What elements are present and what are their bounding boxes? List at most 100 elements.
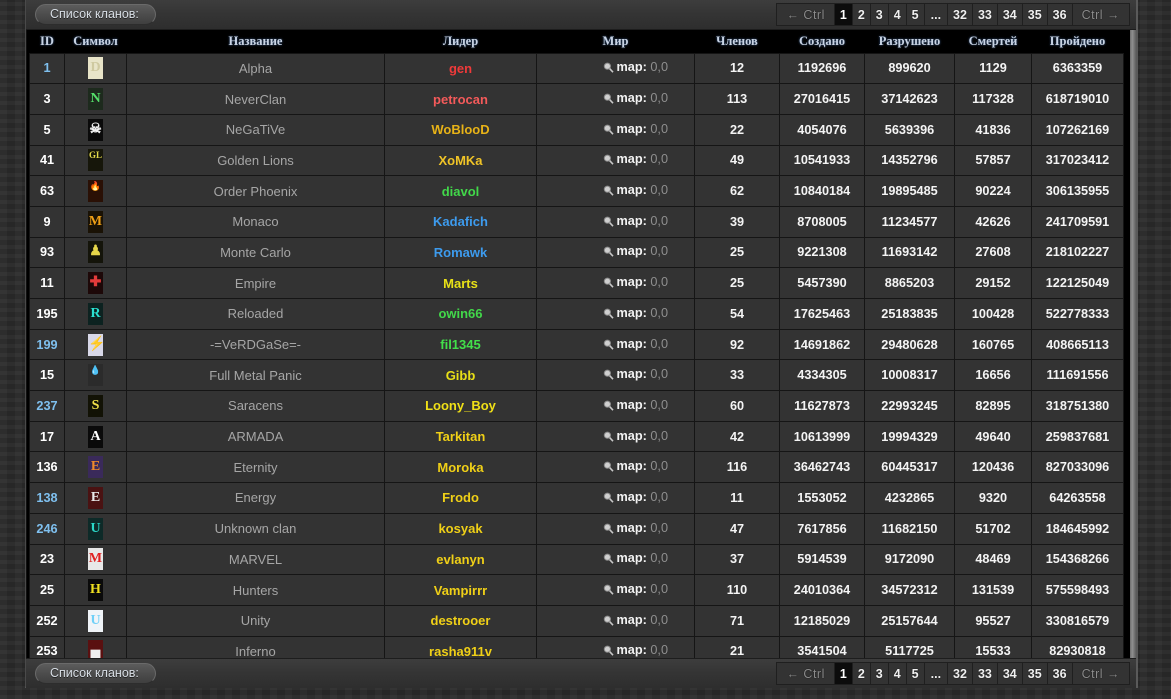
cell-clan-name[interactable]: Alpha [126,52,385,85]
column-header-world[interactable]: Мир [536,30,695,53]
cell-clan-name[interactable]: MARVEL [126,543,385,576]
cell-clan-world[interactable]: map: 0,0 [536,604,695,637]
cell-clan-leader[interactable]: Gibb [384,359,537,392]
table-row[interactable]: 252 U Unity destrooer map: 0,0 71 12185029 2515… [29,604,1124,637]
cell-clan-leader[interactable]: Loony_Boy [384,390,537,422]
cell-clan-leader[interactable]: Marts [384,267,537,299]
pagination-page-1[interactable]: 1 [834,4,853,25]
table-row[interactable]: 3 N NeverClan petrocan map: 0,0 113 27016415 37… [29,83,1124,115]
vertical-scrollbar[interactable] [1130,30,1136,658]
cell-clan-name[interactable]: Monaco [126,205,385,238]
cell-clan-world[interactable]: map: 0,0 [536,52,695,85]
cell-clan-leader[interactable]: WoBlooD [384,113,537,146]
cell-clan-leader[interactable]: Kadafich [384,205,537,238]
cell-clan-leader[interactable]: petrocan [384,83,537,115]
table-row[interactable]: 195 R Reloaded owin66 map: 0,0 54 17625463 2518… [29,298,1124,330]
cell-clan-world[interactable]: map: 0,0 [536,328,695,361]
cell-clan-name[interactable]: Unity [126,604,385,637]
cell-clan-leader[interactable]: Tarkitan [384,420,537,453]
cell-clan-leader[interactable]: XoMKa [384,144,537,177]
clan-list-tab-bottom[interactable]: Список кланов: [35,663,156,684]
table-row[interactable]: 199⚡-=VeRDGaSe=-fil1345map: 0,0921469186… [29,328,1124,361]
cell-clan-world[interactable]: map: 0,0 [536,359,695,392]
pagination-page-2[interactable]: 2 [852,4,871,25]
column-header-id[interactable]: ID [29,30,65,53]
column-header-leader[interactable]: Лидер [384,30,537,53]
pagination-page-33[interactable]: 33 [972,4,998,25]
table-row[interactable]: 63 🔥 Order Phoenix diavol map: 0,0 62 10840184… [29,175,1124,207]
pagination-page-36[interactable]: 36 [1047,663,1073,684]
cell-clan-world[interactable]: map: 0,0 [536,205,695,238]
cell-clan-leader[interactable]: diavol [384,175,537,207]
cell-clan-world[interactable]: map: 0,0 [536,175,695,207]
cell-clan-name[interactable]: Order Phoenix [126,175,385,207]
pagination-next[interactable]: Ctrl → [1072,663,1129,684]
cell-clan-world[interactable]: map: 0,0 [536,144,695,177]
table-row[interactable]: 15 💧 Full Metal Panic Gibb map: 0,0 33 4334305… [29,359,1124,392]
cell-clan-name[interactable]: Saracens [126,390,385,422]
cell-clan-name[interactable]: Eternity [126,451,385,484]
cell-clan-leader[interactable]: evlanyn [384,543,537,576]
cell-clan-name[interactable]: -=VeRDGaSe=- [126,328,385,361]
cell-clan-name[interactable]: NeGaTiVe [126,113,385,146]
clan-list-tab[interactable]: Список кланов: [35,4,156,25]
cell-clan-leader[interactable]: fil1345 [384,328,537,361]
cell-clan-name[interactable]: Full Metal Panic [126,359,385,392]
cell-clan-world[interactable]: map: 0,0 [536,543,695,576]
cell-clan-world[interactable]: map: 0,0 [536,236,695,269]
pagination-page-3[interactable]: 3 [870,4,889,25]
cell-clan-name[interactable]: Monte Carlo [126,236,385,269]
pagination-page-34[interactable]: 34 [997,4,1023,25]
column-header-created[interactable]: Создано [779,30,865,53]
table-row[interactable]: 41 GL Golden Lions XoMKa map: 0,0 49 10541933 1… [29,144,1124,177]
cell-clan-name[interactable]: ARMADA [126,420,385,453]
pagination-page-5[interactable]: 5 [906,4,925,25]
column-header-destroyed[interactable]: Разрушено [864,30,955,53]
pagination-ellipsis[interactable]: ... [924,663,949,684]
table-row[interactable]: 237 S Saracens Loony_Boy map: 0,0 60 11627873 2… [29,390,1124,422]
cell-clan-name[interactable]: Empire [126,267,385,299]
cell-clan-name[interactable]: Golden Lions [126,144,385,177]
cell-clan-leader[interactable]: destrooer [384,604,537,637]
cell-clan-leader[interactable]: Romawk [384,236,537,269]
pagination-page-4[interactable]: 4 [888,4,907,25]
pagination-page-33[interactable]: 33 [972,663,998,684]
pagination-next[interactable]: Ctrl → [1072,4,1129,25]
cell-clan-name[interactable]: NeverClan [126,83,385,115]
table-row[interactable]: 1 D Alpha gen map: 0,0 12 1192696 899620 1129 636… [29,52,1124,85]
column-header-passed[interactable]: Пройдено [1031,30,1124,53]
cell-clan-world[interactable]: map: 0,0 [536,113,695,146]
table-row[interactable]: 23 M MARVEL evlanyn map: 0,0 37 5914539 9172090… [29,543,1124,576]
pagination-page-5[interactable]: 5 [906,663,925,684]
table-row[interactable]: 136 E Eternity Moroka map: 0,0 116 36462743 604… [29,451,1124,484]
pagination-page-2[interactable]: 2 [852,663,871,684]
pagination-prev[interactable]: ← Ctrl [777,4,835,25]
column-header-members[interactable]: Членов [694,30,780,53]
pagination-page-34[interactable]: 34 [997,663,1023,684]
column-header-name[interactable]: Название [126,30,385,53]
pagination-page-32[interactable]: 32 [948,4,973,25]
table-row[interactable]: 246 U Unknown clan kosyak map: 0,0 47 7617856 1… [29,512,1124,545]
table-row[interactable]: 93 ♟ Monte Carlo Romawk map: 0,0 25 9221308 116… [29,236,1124,269]
cell-clan-world[interactable]: map: 0,0 [536,83,695,115]
table-row[interactable]: 17 A ARMADA Tarkitan map: 0,0 42 10613999 19994… [29,420,1124,453]
pagination-ellipsis[interactable]: ... [924,4,949,25]
cell-clan-leader[interactable]: Moroka [384,451,537,484]
table-row[interactable]: 5 ☠ NeGaTiVe WoBlooD map: 0,0 22 4054076 563939… [29,113,1124,146]
cell-clan-leader[interactable]: Vampirrr [384,574,537,606]
pagination-prev[interactable]: ← Ctrl [777,663,835,684]
cell-clan-world[interactable]: map: 0,0 [536,390,695,422]
cell-clan-name[interactable]: Unknown clan [126,512,385,545]
table-row[interactable]: 138 E Energy Frodo map: 0,0 11 1553052 4232865 9… [29,482,1124,514]
table-row[interactable]: 25 H Hunters Vampirrr map: 0,0 110 24010364 345… [29,574,1124,606]
cell-clan-world[interactable]: map: 0,0 [536,512,695,545]
pagination-page-32[interactable]: 32 [948,663,973,684]
cell-clan-world[interactable]: map: 0,0 [536,267,695,299]
pagination-page-1[interactable]: 1 [834,663,853,684]
cell-clan-world[interactable]: map: 0,0 [536,482,695,514]
cell-clan-name[interactable]: Energy [126,482,385,514]
cell-clan-world[interactable]: map: 0,0 [536,451,695,484]
column-header-deaths[interactable]: Смертей [954,30,1032,53]
pagination-page-35[interactable]: 35 [1022,663,1048,684]
pagination-page-35[interactable]: 35 [1022,4,1048,25]
